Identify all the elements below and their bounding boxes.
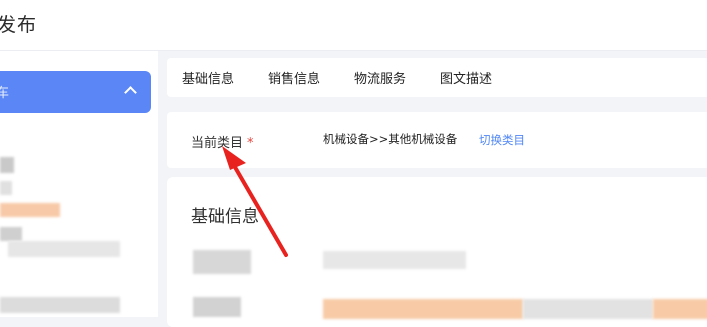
category-card: 当前类目 * 机械设备>>其他机械设备 切换类目 bbox=[167, 112, 707, 168]
sidebar-item-blurred[interactable] bbox=[0, 157, 14, 173]
tab-bar: 基础信息 销售信息 物流服务 图文描述 bbox=[167, 58, 707, 97]
sidebar-item-blurred[interactable] bbox=[0, 297, 120, 313]
sidebar-item-highlighted-blurred[interactable] bbox=[0, 203, 60, 217]
sidebar-item-blurred[interactable] bbox=[8, 241, 120, 257]
category-label: 当前类目 * bbox=[191, 132, 254, 151]
sidebar-item-active[interactable]: 车 bbox=[0, 71, 151, 113]
sidebar: 车 bbox=[0, 51, 158, 317]
form-label-blurred bbox=[193, 297, 241, 317]
sidebar-item-label: 车 bbox=[0, 86, 10, 101]
form-value-blurred[interactable] bbox=[323, 251, 466, 269]
basic-info-card: 基础信息 bbox=[167, 177, 707, 327]
page-title: 发布 bbox=[0, 14, 38, 36]
section-title: 基础信息 bbox=[191, 207, 259, 227]
tab-sales-info[interactable]: 销售信息 bbox=[268, 68, 320, 87]
chevron-up-icon[interactable] bbox=[124, 86, 137, 99]
form-value-blurred[interactable] bbox=[523, 299, 653, 319]
required-mark: * bbox=[247, 136, 254, 151]
category-label-text: 当前类目 bbox=[191, 136, 244, 151]
category-path: 机械设备>>其他机械设备 bbox=[323, 132, 458, 146]
tab-logistics[interactable]: 物流服务 bbox=[354, 68, 406, 87]
tab-description[interactable]: 图文描述 bbox=[440, 68, 492, 87]
switch-category-link[interactable]: 切换类目 bbox=[479, 132, 525, 148]
sidebar-item-blurred[interactable] bbox=[0, 227, 22, 241]
form-value-highlighted-blurred[interactable] bbox=[323, 299, 523, 319]
top-header: 发布 bbox=[0, 0, 707, 51]
form-value-highlighted-blurred[interactable] bbox=[653, 299, 707, 319]
form-label-blurred bbox=[193, 250, 251, 274]
tab-basic-info[interactable]: 基础信息 bbox=[182, 68, 234, 87]
sidebar-item-blurred[interactable] bbox=[0, 181, 12, 195]
